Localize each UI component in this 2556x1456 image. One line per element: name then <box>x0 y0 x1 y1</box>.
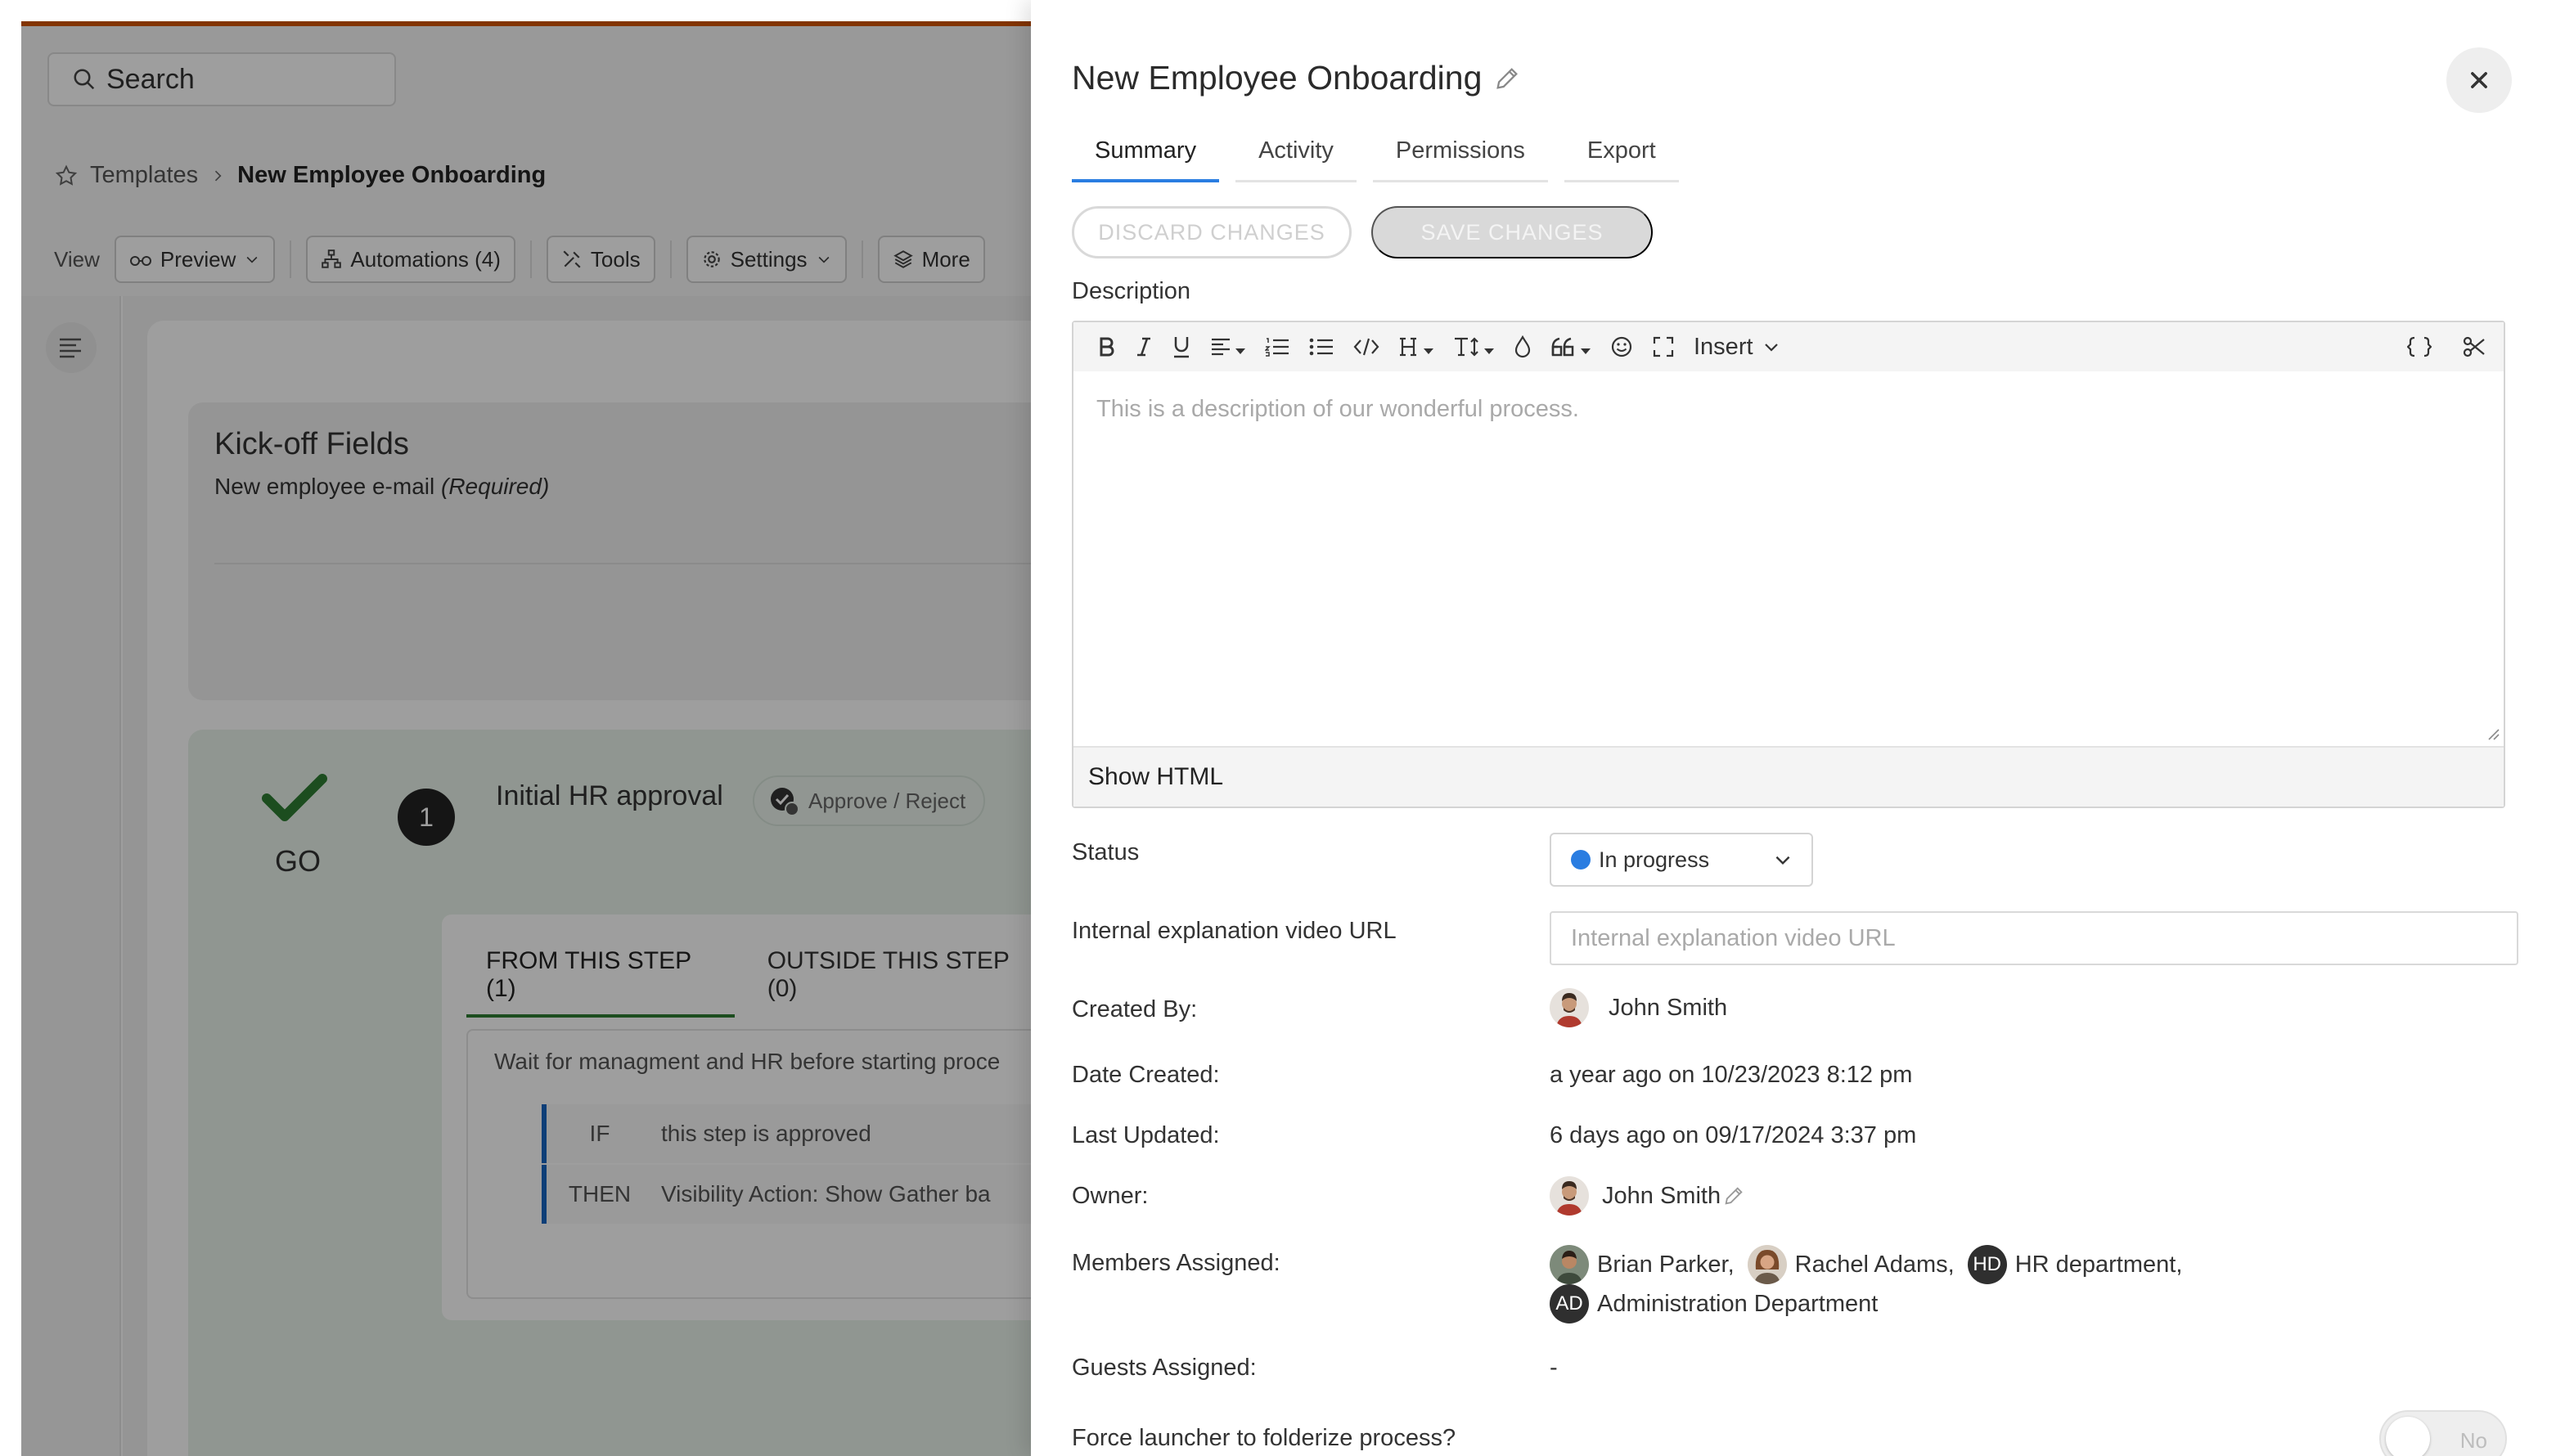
clear-format-button[interactable] <box>2453 322 2495 371</box>
description-editor: Insert This is a description of our wond… <box>1072 321 2505 808</box>
members-label: Members Assigned: <box>1072 1250 1280 1276</box>
drawer-title: New Employee Onboarding <box>1072 59 1483 97</box>
toggle-text: No <box>2459 1428 2487 1453</box>
guests-value: - <box>1550 1355 1558 1381</box>
member-initials: HD <box>1967 1245 2007 1284</box>
last-updated-value: 6 days ago on 09/17/2024 3:37 pm <box>1550 1122 1917 1148</box>
form-actions: DISCARD CHANGES SAVE CHANGES <box>1072 206 1653 258</box>
modal-backdrop[interactable] <box>21 21 1031 1456</box>
created-by-label: Created By: <box>1072 996 1198 1022</box>
member-name: Rachel Adams, <box>1794 1251 1955 1278</box>
code-button[interactable] <box>1343 322 1389 371</box>
user-photo-icon <box>1550 1245 1589 1284</box>
braces-icon <box>2407 336 2432 357</box>
description-textarea[interactable]: This is a description of our wonderful p… <box>1073 371 2504 741</box>
toggle-knob <box>2386 1417 2430 1456</box>
tab-export[interactable]: Export <box>1564 129 1679 182</box>
status-select[interactable]: In progress <box>1550 833 1813 887</box>
drawer-tabs: Summary Activity Permissions Export <box>1072 129 1679 182</box>
chevron-down-icon <box>1775 856 1790 865</box>
status-value: In progress <box>1599 847 1710 872</box>
bold-icon <box>1100 337 1114 357</box>
smiley-icon <box>1611 336 1632 357</box>
quote-icon <box>1551 337 1574 357</box>
drawer-header: New Employee Onboarding <box>1072 59 1521 97</box>
avatar <box>1747 1245 1787 1284</box>
owner-name-wrap: John Smith <box>1602 1183 1745 1210</box>
members-line: AD Administration Department <box>1550 1284 2491 1323</box>
video-url-label: Internal explanation video URL <box>1072 918 1397 944</box>
chevron-down-icon <box>1764 344 1778 352</box>
underline-icon <box>1174 337 1189 358</box>
bold-button[interactable] <box>1088 322 1126 371</box>
editor-toolbar: Insert <box>1073 322 2504 371</box>
fullscreen-button[interactable] <box>1643 322 1684 371</box>
italic-icon <box>1137 337 1150 357</box>
save-changes-button[interactable]: SAVE CHANGES <box>1371 206 1653 258</box>
avatar <box>1550 988 1589 1027</box>
bullet-list-button[interactable] <box>1299 322 1343 371</box>
editor-toolbar-right <box>2397 322 2495 371</box>
description-label: Description <box>1072 278 1191 304</box>
member-name: Administration Department <box>1597 1290 1879 1317</box>
ordered-list-button[interactable] <box>1255 322 1299 371</box>
italic-button[interactable] <box>1126 322 1162 371</box>
owner-value: John Smith <box>1550 1176 1745 1216</box>
status-dot <box>1571 850 1591 870</box>
font-size-dropdown[interactable] <box>1443 322 1504 371</box>
members-list: Brian Parker, Rachel Adams, HD HR depart… <box>1550 1245 2491 1323</box>
text-color-button[interactable] <box>1504 322 1541 371</box>
quote-dropdown[interactable] <box>1541 322 1600 371</box>
scissors-icon <box>2463 336 2485 357</box>
user-photo-icon <box>1550 1176 1589 1216</box>
owner-name: John Smith <box>1602 1182 1721 1209</box>
guests-label: Guests Assigned: <box>1072 1355 1257 1381</box>
ordered-list-icon <box>1265 338 1289 357</box>
date-created-label: Date Created: <box>1072 1062 1220 1088</box>
droplet-icon <box>1514 335 1531 358</box>
discard-changes-button[interactable]: DISCARD CHANGES <box>1072 206 1352 258</box>
last-updated-label: Last Updated: <box>1072 1122 1220 1148</box>
status-label: Status <box>1072 839 1140 865</box>
fullscreen-icon <box>1653 336 1674 357</box>
video-url-input[interactable] <box>1550 911 2518 965</box>
pencil-icon[interactable] <box>1493 65 1521 92</box>
avatar <box>1550 1245 1589 1284</box>
insert-dropdown[interactable]: Insert <box>1684 334 1791 361</box>
tab-activity[interactable]: Activity <box>1235 129 1357 182</box>
heading-icon <box>1400 337 1416 357</box>
template-details-drawer: New Employee Onboarding Summary Activity… <box>1031 0 2556 1456</box>
pencil-icon[interactable] <box>1722 1184 1745 1207</box>
text-size-icon <box>1455 337 1478 357</box>
resize-handle-icon[interactable] <box>2486 726 2500 741</box>
emoji-button[interactable] <box>1600 322 1643 371</box>
bullet-list-icon <box>1309 338 1333 356</box>
owner-label: Owner: <box>1072 1183 1149 1209</box>
member-name: Brian Parker, <box>1597 1251 1735 1278</box>
insert-label: Insert <box>1694 333 1753 360</box>
close-icon <box>2471 72 2487 88</box>
show-html-toggle[interactable]: Show HTML <box>1073 746 2504 807</box>
code-icon <box>1353 338 1379 356</box>
tab-summary[interactable]: Summary <box>1072 129 1220 182</box>
folderize-toggle[interactable]: No <box>2379 1410 2507 1456</box>
avatar <box>1550 1176 1589 1216</box>
created-by-value: John Smith <box>1550 988 1727 1027</box>
user-photo-icon <box>1550 988 1589 1027</box>
underline-button[interactable] <box>1162 322 1201 371</box>
tab-permissions[interactable]: Permissions <box>1372 129 1548 182</box>
date-created-value: a year ago on 10/23/2023 8:12 pm <box>1550 1062 1913 1088</box>
heading-dropdown[interactable] <box>1389 322 1443 371</box>
created-by-name: John Smith <box>1609 994 1728 1021</box>
folderize-label: Force launcher to folderize process? <box>1072 1425 1456 1451</box>
member-name: HR department, <box>2014 1251 2183 1278</box>
close-button[interactable] <box>2446 47 2512 113</box>
member-initials: AD <box>1550 1284 1589 1323</box>
source-code-button[interactable] <box>2397 322 2441 371</box>
align-left-icon <box>1212 338 1230 356</box>
align-dropdown[interactable] <box>1201 322 1255 371</box>
user-photo-icon <box>1747 1245 1787 1284</box>
members-line: Brian Parker, Rachel Adams, HD HR depart… <box>1550 1245 2491 1284</box>
